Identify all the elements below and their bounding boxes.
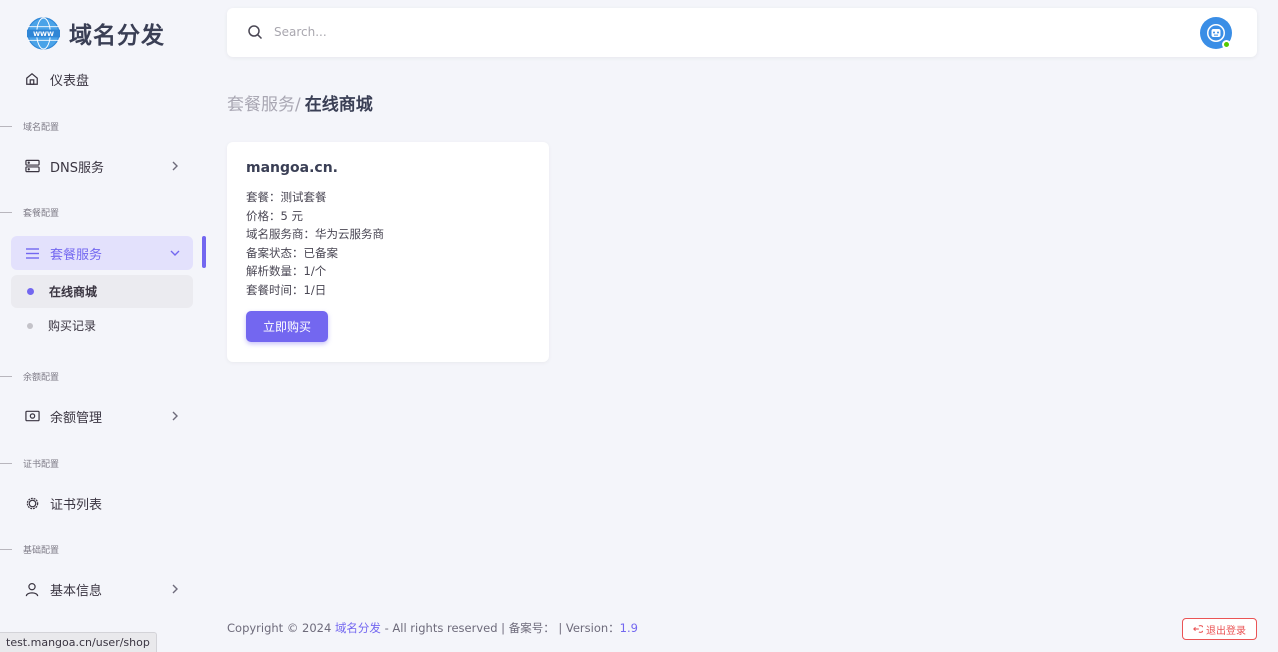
sidebar-item-label: 购买记录 [48,319,97,333]
chevron-right-icon [172,411,178,421]
globe-logo-icon: WWW [27,16,60,50]
search-input[interactable] [274,21,574,43]
user-icon [24,581,40,597]
footer-rights: - All rights reserved | 备案号： | Version： [380,621,620,635]
logout-label: 退出登录 [1206,625,1246,637]
sidebar-item-label: DNS服务 [50,160,104,176]
sidebar-item-shop[interactable]: 在线商城 [11,275,193,308]
sidebar: WWW 域名分发 仪表盘 域名配置 DNS服务 套餐配置 套餐服务 在线商城 购… [0,0,206,652]
buy-now-button[interactable]: 立即购买 [246,311,328,342]
footer-copyright: Copyright © 2024 [227,621,335,635]
section-label-cert: 证书配置 [0,456,59,470]
sidebar-item-basic-info[interactable]: 基本信息 [11,572,193,606]
sidebar-item-balance-manage[interactable]: 余额管理 [11,399,193,433]
server-icon [24,158,40,174]
detail-package: 套餐：测试套餐 [246,190,327,204]
sidebar-item-dns[interactable]: DNS服务 [11,149,193,183]
sidebar-item-cert-list[interactable]: 证书列表 [11,486,193,520]
detail-price: 价格：5 元 [246,208,303,223]
sidebar-item-dashboard[interactable]: 仪表盘 [11,62,193,96]
sidebar-item-label: 仪表盘 [50,73,90,89]
browser-status-url: test.mangoa.cn/user/shop [0,632,157,652]
page-title: 在线商城 [304,95,373,115]
certificate-icon [24,495,40,511]
chevron-right-icon [172,584,178,594]
sidebar-item-package-service[interactable]: 套餐服务 [11,236,193,270]
section-label-domain: 域名配置 [0,119,59,133]
sidebar-item-label: 基本信息 [50,583,103,599]
product-title: mangoa.cn. [246,160,338,176]
footer: Copyright © 2024 域名分发 - All rights reser… [227,620,638,636]
home-icon [24,71,40,87]
footer-brand-link[interactable]: 域名分发 [335,621,381,635]
chevron-right-icon [172,161,178,171]
sidebar-item-label: 余额管理 [50,410,103,426]
logout-icon [1193,625,1203,633]
footer-version: 1.9 [619,621,638,635]
top-navbar [227,8,1257,57]
product-details: 套餐：测试套餐 价格：5 元 域名服务商：华为云服务商 备案状态：已备案 解析数… [246,188,384,299]
sidebar-item-label: 套餐服务 [50,247,103,263]
sidebar-item-purchase-records[interactable]: 购买记录 [11,309,193,342]
breadcrumb-parent[interactable]: 套餐服务/ [227,90,301,115]
section-label-balance: 余额配置 [0,369,59,383]
brand[interactable]: WWW 域名分发 [27,16,165,50]
chevron-down-icon [170,250,180,256]
active-indicator [202,236,206,268]
menu-lines-icon [24,245,40,261]
cash-icon [24,408,40,424]
search-icon[interactable] [247,24,263,40]
sidebar-item-label: 在线商城 [49,285,98,299]
bullet-icon [27,322,33,329]
section-label-package: 套餐配置 [0,205,59,219]
sidebar-item-label: 证书列表 [50,497,103,513]
breadcrumb: 套餐服务/ 在线商城 [227,90,373,115]
detail-icp-status: 备案状态：已备案 [246,245,338,260]
logo-text: WWW [33,30,54,37]
bullet-icon [27,288,34,295]
section-label-basic: 基础配置 [0,542,59,556]
online-status-dot [1222,40,1231,49]
detail-provider: 域名服务商：华为云服务商 [246,227,384,241]
brand-name: 域名分发 [69,23,165,49]
product-card: mangoa.cn. 套餐：测试套餐 价格：5 元 域名服务商：华为云服务商 备… [227,142,549,362]
logout-button[interactable]: 退出登录 [1182,618,1257,640]
detail-duration: 套餐时间：1/日 [246,282,327,297]
detail-resolve-count: 解析数量：1/个 [246,264,327,278]
